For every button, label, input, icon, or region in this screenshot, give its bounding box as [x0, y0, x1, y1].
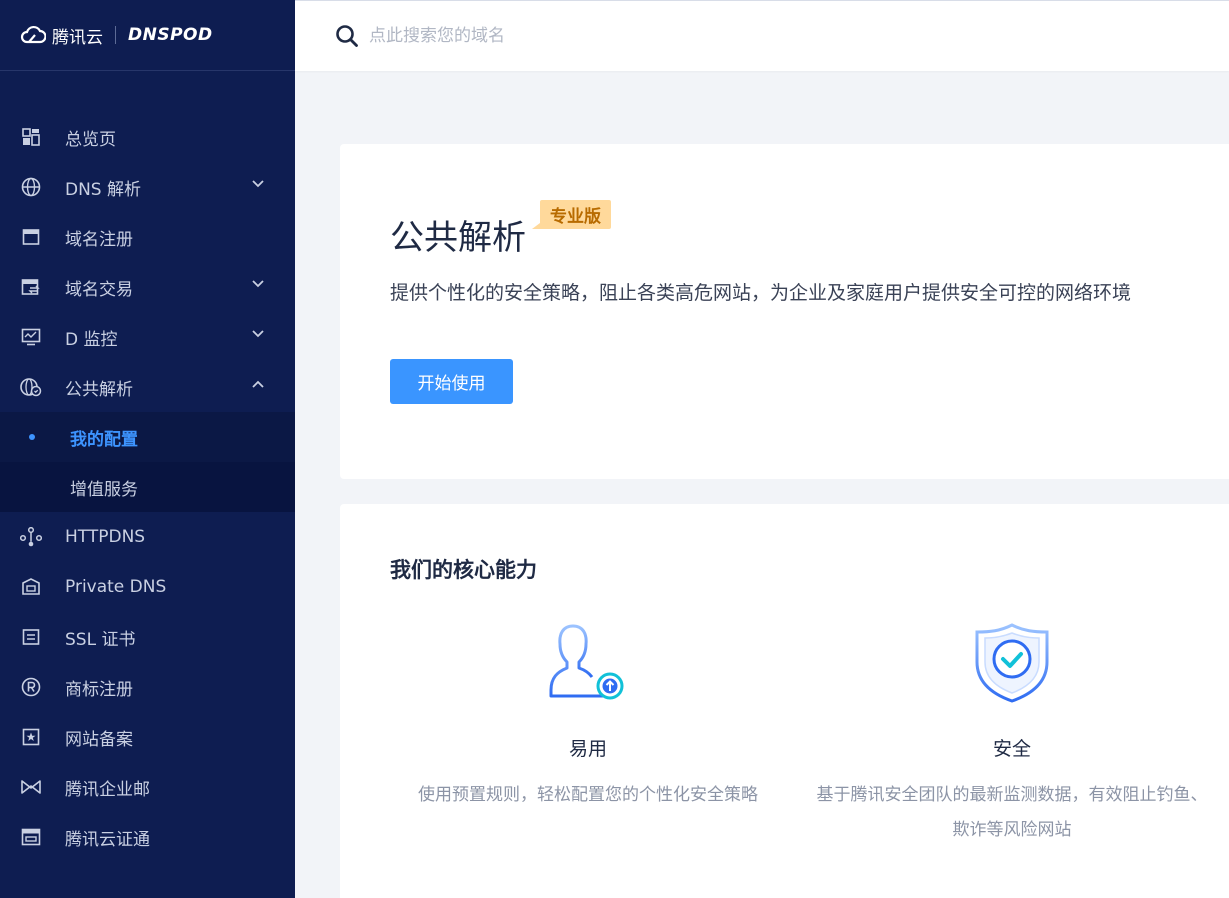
search-icon[interactable]	[335, 24, 359, 48]
sidebar-item-label: DNS 解析	[65, 179, 142, 200]
pro-edition-badge: 专业版	[532, 200, 611, 229]
sidebar-item-label: HTTPDNS	[65, 527, 146, 547]
chevron-down-icon	[252, 330, 264, 338]
page-title: 公共解析	[390, 218, 526, 258]
chevron-down-icon	[252, 180, 264, 188]
sidebar-item-label: 腾讯企业邮	[65, 779, 150, 800]
sidebar-item-label: 公共解析	[65, 379, 133, 400]
sidebar-item-label: 域名注册	[65, 229, 133, 250]
cloud-logo-icon	[20, 25, 46, 44]
brand-name: 腾讯云	[52, 27, 103, 48]
sidebar-item-domain-trade[interactable]: 域名交易	[0, 262, 295, 312]
sidebar-subitem-my-config[interactable]: 我的配置	[0, 412, 295, 462]
feature-description: 使用预置规则，轻松配置您的个性化安全策略	[418, 785, 758, 805]
sidebar-nav: 总览页 DNS 解析 域名注册 域名交易 D 监控 公共解析 我的配置 增值服务…	[0, 112, 295, 862]
browser-window-icon	[20, 226, 42, 248]
sidebar-item-label: 商标注册	[65, 679, 133, 700]
sidebar-item-dns[interactable]: DNS 解析	[0, 162, 295, 212]
sidebar-item-trademark[interactable]: 商标注册	[0, 662, 295, 712]
feature-security: 安全 基于腾讯安全团队的最新监测数据，有效阻止钓鱼、欺诈等风险网站	[812, 622, 1212, 848]
core-capabilities-card: 我们的核心能力 易用 使用预置规则，轻松配置您的个性化安全策略 安全 基于腾讯安…	[340, 504, 1229, 898]
feature-name: 易用	[568, 738, 607, 760]
private-dns-icon	[20, 576, 42, 598]
sidebar-item-httpdns[interactable]: HTTPDNS	[0, 512, 295, 562]
sidebar-item-label: Private DNS	[65, 577, 167, 597]
dnspod-logo[interactable]: DNSPOD	[128, 25, 213, 45]
sidebar-item-label: 总览页	[65, 129, 116, 150]
globe-icon	[20, 176, 42, 198]
sidebar-subitem-label: 我的配置	[70, 429, 138, 450]
sidebar-item-ssl[interactable]: SSL 证书	[0, 612, 295, 662]
user-upgrade-icon	[388, 622, 788, 704]
sidebar-item-public-dns[interactable]: 公共解析	[0, 362, 295, 412]
domain-search-input[interactable]	[369, 26, 969, 46]
sidebar-item-private-dns[interactable]: Private DNS	[0, 562, 295, 612]
dashboard-icon	[20, 126, 42, 148]
website-filing-icon	[20, 726, 42, 748]
chevron-down-icon	[252, 280, 264, 288]
sidebar-item-enterprise-mail[interactable]: 腾讯企业邮	[0, 762, 295, 812]
sidebar-item-overview[interactable]: 总览页	[0, 112, 295, 162]
sidebar-item-label: D 监控	[65, 329, 118, 350]
active-dot-icon	[29, 434, 35, 440]
registered-trademark-icon	[20, 676, 42, 698]
feature-easy-to-use: 易用 使用预置规则，轻松配置您的个性化安全策略	[388, 622, 788, 813]
domain-trade-icon	[20, 276, 42, 298]
hero-description: 提供个性化的安全策略，阻止各类高危网站，为企业及家庭用户提供安全可控的网络环境	[390, 282, 1132, 304]
sidebar-subitem-label: 增值服务	[70, 479, 138, 500]
sidebar-item-label: 腾讯云证通	[65, 829, 150, 850]
sidebar-item-label: 域名交易	[65, 279, 133, 300]
top-search-bar	[295, 0, 1229, 71]
shield-check-icon	[812, 622, 1212, 704]
public-dns-hero-card: 公共解析 专业版 提供个性化的安全策略，阻止各类高危网站，为企业及家庭用户提供安…	[340, 144, 1229, 479]
sidebar: 腾讯云 DNSPOD 总览页 DNS 解析 域名注册 域名交易 D 监控 公共解…	[0, 0, 295, 898]
public-dns-icon	[20, 376, 42, 398]
section-title: 我们的核心能力	[390, 558, 537, 582]
feature-description: 基于腾讯安全团队的最新监测数据，有效阻止钓鱼、欺诈等风险网站	[816, 785, 1208, 840]
httpdns-icon	[20, 526, 42, 548]
start-using-button[interactable]: 开始使用	[390, 359, 513, 404]
chevron-up-icon	[252, 380, 264, 388]
feature-name: 安全	[992, 738, 1031, 760]
public-dns-submenu: 我的配置 增值服务	[0, 412, 295, 512]
sidebar-item-d-monitor[interactable]: D 监控	[0, 312, 295, 362]
monitor-icon	[20, 326, 42, 348]
certificate-icon	[20, 826, 42, 848]
brand-header: 腾讯云 DNSPOD	[0, 0, 295, 71]
ssl-certificate-icon	[20, 626, 42, 648]
sidebar-item-label: 网站备案	[65, 729, 133, 750]
brand-divider	[115, 26, 116, 44]
sidebar-item-cloud-cert[interactable]: 腾讯云证通	[0, 812, 295, 862]
sidebar-item-domain-register[interactable]: 域名注册	[0, 212, 295, 262]
enterprise-mail-icon	[20, 776, 42, 798]
sidebar-item-website-filing[interactable]: 网站备案	[0, 712, 295, 762]
sidebar-item-label: SSL 证书	[65, 629, 136, 650]
sidebar-subitem-value-added[interactable]: 增值服务	[0, 462, 295, 512]
tencent-cloud-logo[interactable]: 腾讯云	[20, 23, 103, 48]
